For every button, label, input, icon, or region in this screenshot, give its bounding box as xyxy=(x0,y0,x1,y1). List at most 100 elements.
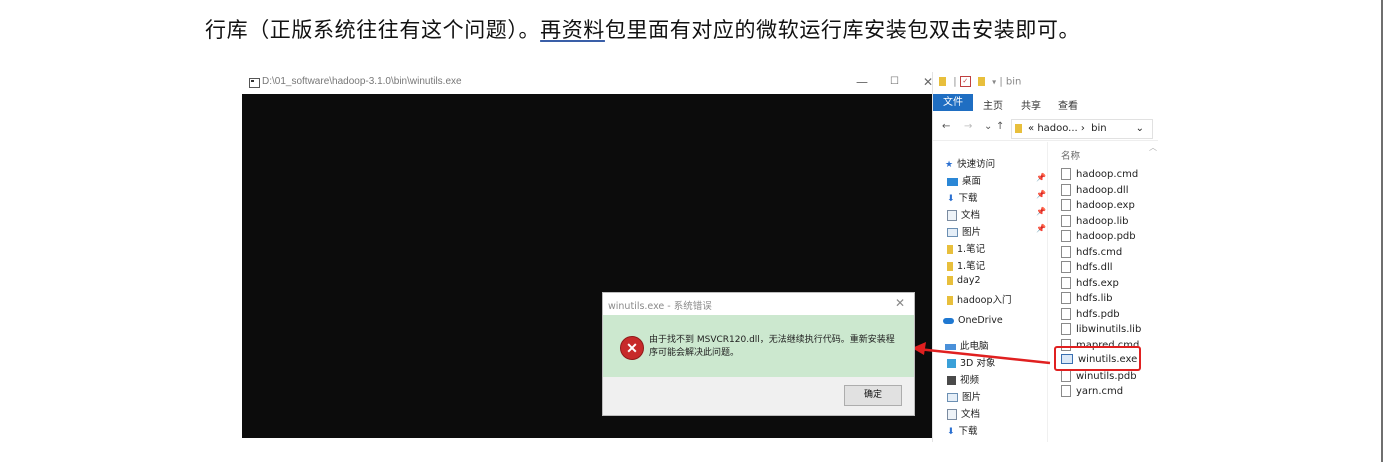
dialog-close-button[interactable]: ✕ xyxy=(895,296,905,310)
tab-share[interactable]: 共享 xyxy=(1021,97,1041,112)
sidebar-item[interactable]: 1.笔记 xyxy=(947,241,985,255)
picture-icon xyxy=(947,228,958,237)
pin-icon[interactable]: 📌 xyxy=(1036,224,1046,233)
file-list-item[interactable]: hadoop.exp xyxy=(1061,199,1135,211)
annotation-highlight-box xyxy=(1054,346,1141,371)
file-name: hadoop.cmd xyxy=(1076,169,1139,180)
tab-home[interactable]: 主页 xyxy=(983,97,1003,112)
file-icon xyxy=(1061,307,1071,320)
file-list-item[interactable]: hdfs.cmd xyxy=(1061,245,1122,258)
address-prefix: « xyxy=(1028,123,1035,134)
star-icon: ★ xyxy=(945,159,954,170)
file-list-item[interactable]: winutils.pdb xyxy=(1061,369,1137,382)
sidebar-item-label: 图片 xyxy=(962,392,982,403)
sidebar-item[interactable]: ★ 快速访问 xyxy=(945,156,995,170)
address-input[interactable]: « hadoo... › bin ⌄ xyxy=(1011,119,1153,139)
pin-icon[interactable]: 📌 xyxy=(1036,207,1046,216)
sidebar-item[interactable]: 文档 xyxy=(947,406,980,420)
console-app-icon xyxy=(249,78,260,88)
file-icon xyxy=(1061,292,1071,304)
cloud-icon xyxy=(943,317,954,324)
document-icon xyxy=(947,210,957,221)
picture-icon xyxy=(947,393,958,402)
file-name: hadoop.exp xyxy=(1076,200,1135,211)
tab-view[interactable]: 查看 xyxy=(1058,97,1078,112)
ok-button[interactable]: 确定 xyxy=(844,385,902,406)
maximize-button[interactable]: ☐ xyxy=(890,76,899,87)
sidebar-item[interactable]: 图片 📌 xyxy=(947,224,1046,238)
file-list-item[interactable]: libwinutils.lib xyxy=(1061,323,1141,335)
qa-separator: | xyxy=(999,76,1003,88)
file-icon xyxy=(1061,369,1071,382)
file-list-item[interactable]: hadoop.dll xyxy=(1061,183,1129,196)
file-name: hadoop.dll xyxy=(1076,184,1129,196)
file-name: hdfs.lib xyxy=(1076,293,1113,304)
sidebar-item[interactable]: ⬇ 下载 xyxy=(947,423,978,437)
up-arrow-icon[interactable]: ↑ xyxy=(996,121,1004,132)
folder-icon xyxy=(947,245,953,254)
file-icon xyxy=(1061,230,1071,242)
qa-dropdown-icon[interactable]: ▾ xyxy=(992,78,996,87)
script-file-icon xyxy=(1061,168,1071,180)
file-icon xyxy=(1061,183,1071,196)
qa-separator: | xyxy=(953,76,957,88)
folder-icon xyxy=(947,296,953,305)
doc-text-after: 包里面有对应的微软运行库安装包双击安装即可。 xyxy=(604,18,1081,42)
new-folder-icon[interactable] xyxy=(977,77,985,86)
error-icon: ✕ xyxy=(620,336,644,360)
sidebar-item-label: 1.笔记 xyxy=(957,244,986,255)
breadcrumb-hadoop[interactable]: hadoo... xyxy=(1037,123,1077,134)
ribbon-tabs: 文件 主页 共享 查看 xyxy=(933,94,1158,112)
script-file-icon xyxy=(1061,385,1071,397)
sidebar-item[interactable]: 1.笔记 xyxy=(947,258,985,272)
sidebar-item[interactable]: day2 xyxy=(947,275,981,286)
document-text-line: 行库（正版系统往往有这个问题）。再资料包里面有对应的微软运行库安装包双击安装即可… xyxy=(205,14,1080,44)
scroll-up-icon[interactable]: ︿ xyxy=(1149,142,1157,153)
sidebar-item-label: 1.笔记 xyxy=(957,261,986,272)
sidebar-item[interactable]: 图片 xyxy=(947,389,981,403)
file-list-item[interactable]: hdfs.lib xyxy=(1061,292,1113,304)
folder-icon xyxy=(947,276,953,285)
sidebar-item-label: 桌面 xyxy=(962,176,982,187)
folder-icon xyxy=(939,77,946,86)
pin-icon[interactable]: 📌 xyxy=(1036,190,1046,199)
recent-dropdown-icon[interactable]: ⌄ xyxy=(984,121,992,132)
document-icon xyxy=(947,409,957,420)
file-name: hdfs.dll xyxy=(1076,262,1113,273)
sidebar-item[interactable]: 桌面 📌 xyxy=(947,173,1046,187)
dialog-body: ✕ 由于找不到 MSVCR120.dll，无法继续执行代码。重新安装程序可能会解… xyxy=(603,315,914,377)
tab-file[interactable]: 文件 xyxy=(933,94,973,111)
forward-arrow-icon[interactable]: → xyxy=(964,121,972,132)
sidebar-item-label: 图片 xyxy=(962,227,982,238)
download-icon: ⬇ xyxy=(947,193,955,204)
sidebar-item-label: OneDrive xyxy=(958,315,1003,326)
back-arrow-icon[interactable]: ← xyxy=(942,121,950,132)
file-list-item[interactable]: hdfs.pdb xyxy=(1061,307,1120,320)
column-header-name[interactable]: 名称 xyxy=(1061,148,1080,162)
sidebar-item[interactable]: 文档 📌 xyxy=(947,207,1046,221)
resource-link[interactable]: 再资料 xyxy=(540,18,605,42)
address-dropdown-icon[interactable]: ⌄ xyxy=(1136,120,1144,138)
file-list-item[interactable]: hadoop.lib xyxy=(1061,214,1129,227)
sidebar-item[interactable]: hadoop入门 xyxy=(947,292,1012,306)
quick-access-toolbar: | ✓ ▾ | bin xyxy=(939,76,1021,88)
file-list-item[interactable]: yarn.cmd xyxy=(1061,385,1123,397)
sidebar-item-label: hadoop入门 xyxy=(957,295,1012,306)
properties-check-icon[interactable]: ✓ xyxy=(959,76,971,87)
pin-icon[interactable]: 📌 xyxy=(1036,173,1046,182)
minimize-button[interactable]: — xyxy=(856,75,868,89)
file-list-item[interactable]: hadoop.cmd xyxy=(1061,168,1138,180)
console-titlebar[interactable]: D:\01_software\hadoop-3.1.0\bin\winutils… xyxy=(242,72,939,94)
file-list-item[interactable]: hdfs.exp xyxy=(1061,276,1119,289)
sidebar-item[interactable]: ⬇ 下载 📌 xyxy=(947,190,1046,204)
dialog-titlebar[interactable]: winutils.exe - 系统错误 ✕ xyxy=(603,293,914,315)
file-list-item[interactable]: hadoop.pdb xyxy=(1061,230,1136,242)
file-name: hadoop.lib xyxy=(1076,215,1129,227)
pane-divider[interactable] xyxy=(1047,142,1048,442)
file-icon xyxy=(1061,323,1071,335)
sidebar-item-label: 视频 xyxy=(960,375,980,386)
explorer-title: bin xyxy=(1005,76,1022,88)
sidebar-item[interactable]: OneDrive xyxy=(943,315,1003,326)
breadcrumb-bin[interactable]: bin xyxy=(1091,123,1106,134)
file-list-item[interactable]: hdfs.dll xyxy=(1061,261,1113,273)
